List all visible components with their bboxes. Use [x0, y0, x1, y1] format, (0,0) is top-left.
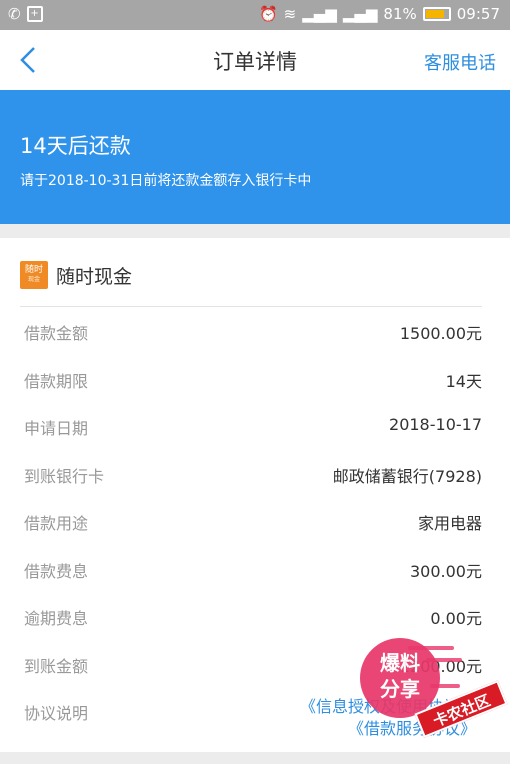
detail-label: 借款用途: [24, 514, 89, 533]
repayment-banner: 14天后还款 请于2018-10-31日前将还款金额存入银行卡中: [0, 90, 510, 224]
missed-call-icon: ✆: [8, 5, 21, 23]
detail-row-bank-card: 到账银行卡 邮政储蓄银行(7928): [0, 453, 510, 501]
battery-fill: [425, 10, 444, 18]
alarm-icon: ⏰: [258, 5, 278, 23]
bottom-background: [0, 752, 510, 764]
detail-row-loan-fee: 借款费息 300.00元: [0, 548, 510, 596]
brand-logo-subtext: 现金: [27, 276, 40, 283]
detail-value: 0.00元: [430, 609, 482, 628]
clock: 09:57: [456, 5, 500, 23]
detail-list: 借款金额 1500.00元 借款期限 14天 申请日期 2018-10-17 到…: [0, 310, 510, 738]
detail-label: 到账银行卡: [24, 466, 105, 486]
detail-row-loan-term: 借款期限 14天: [0, 358, 510, 406]
detail-label: 借款期限: [24, 371, 89, 391]
brand-name: 随时现金: [56, 265, 133, 288]
divider: [20, 306, 482, 307]
detail-value: 14天: [445, 371, 482, 391]
detail-value: 1200.00元: [399, 656, 482, 676]
detail-row-received-amount: 到账金额 1200.00元: [0, 643, 510, 691]
detail-value: 1500.00元: [399, 324, 482, 343]
detail-row-apply-date: 申请日期 2018-10-17: [0, 405, 510, 453]
detail-label: 协议说明: [24, 704, 89, 723]
repayment-instruction: 请于2018-10-31日前将还款金额存入银行卡中: [20, 173, 312, 189]
status-right-icons: ⏰ ≋ ▂▄▆ ▂▄▆ 81% 09:57: [259, 5, 500, 23]
signal-icon-2: ▂▄▆: [342, 5, 378, 23]
detail-value: 家用电器: [417, 514, 482, 533]
order-detail-card: 随时 现金 随时现金 借款金额 1500.00元 借款期限 14天 申请日期 2…: [0, 238, 510, 752]
repayment-countdown: 14天后还款: [20, 134, 131, 158]
info-authorization-agreement-link[interactable]: 《信息授权及使用协议》: [300, 696, 476, 718]
loan-service-agreement-link[interactable]: 《借款服务协议》: [300, 718, 476, 740]
battery-percent: 81%: [383, 5, 417, 23]
battery-icon: [422, 7, 451, 21]
detail-row-loan-purpose: 借款用途 家用电器: [0, 500, 510, 548]
brand-logo-text: 随时: [24, 265, 43, 275]
back-button[interactable]: [14, 44, 44, 76]
detail-label: 借款金额: [24, 324, 89, 343]
detail-value: 300.00元: [410, 561, 482, 581]
detail-row-agreement: 协议说明 《信息授权及使用协议》 《借款服务协议》: [0, 690, 510, 738]
status-left-icons: ✆ +: [8, 5, 43, 23]
detail-label: 申请日期: [24, 419, 89, 438]
detail-value: 2018-10-17: [389, 415, 482, 434]
detail-row-loan-amount: 借款金额 1500.00元: [0, 310, 510, 358]
brand-row: 随时 现金 随时现金: [20, 260, 132, 290]
detail-label: 到账金额: [24, 656, 89, 676]
status-bar: ✆ + ⏰ ≋ ▂▄▆ ▂▄▆ 81% 09:57: [0, 0, 510, 30]
detail-label: 借款费息: [24, 561, 89, 581]
chevron-left-icon: [20, 47, 35, 73]
nav-bar: 订单详情 客服电话: [0, 30, 510, 90]
notification-icon: +: [26, 6, 43, 22]
brand-logo-icon: 随时 现金: [20, 261, 48, 289]
detail-label: 逾期费息: [24, 609, 89, 628]
customer-service-phone-button[interactable]: 客服电话: [424, 49, 496, 75]
signal-icon: ▂▄▆: [302, 5, 337, 23]
agreement-links: 《信息授权及使用协议》 《借款服务协议》: [300, 696, 476, 740]
detail-value: 邮政储蓄银行(7928): [332, 466, 482, 486]
detail-row-overdue-fee: 逾期费息 0.00元: [0, 595, 510, 643]
wifi-icon: ≋: [283, 5, 297, 23]
